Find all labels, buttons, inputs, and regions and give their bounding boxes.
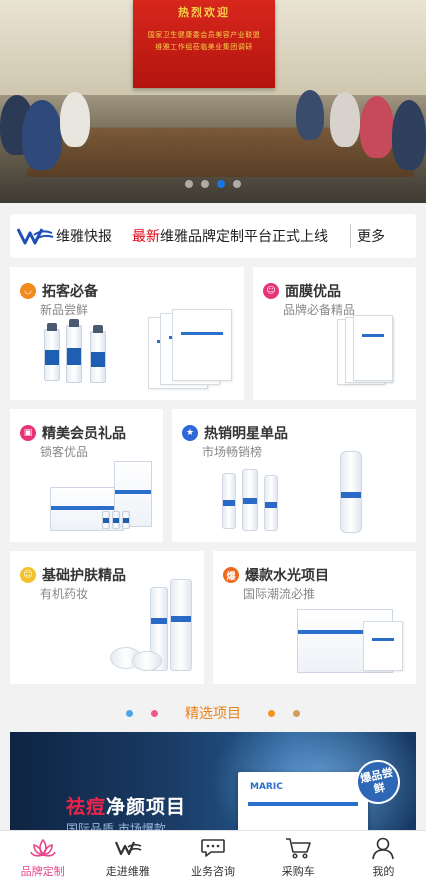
product-vial [122,511,130,529]
page: 热烈欢迎 国家卫生健康委会员美容产业联盟 维雅工作组莅临美业集团调研 维雅快报 … [0,0,426,880]
banner-person [296,90,324,140]
section-dot [126,709,133,717]
product-mask-pack [363,621,403,671]
product-mask-pack [353,315,393,381]
product-bottle [222,473,236,529]
promo-title: 祛痘净颜项目 [66,792,186,819]
category-card-gifts[interactable]: ▣ 精美会员礼品 锁客优品 [10,409,163,542]
chat-icon [201,839,225,857]
banner-pagination[interactable] [0,180,426,188]
product-vial [66,319,82,383]
product-bottle [242,469,258,531]
weiya-logo-icon [114,841,142,856]
card-subtitle: 锁客优品 [40,445,89,459]
banner-person [60,92,90,147]
banner-screen-line-3: 维雅工作组莅临美业集团调研 [155,43,253,51]
product-bottle [340,451,362,533]
news-headline[interactable]: 维雅品牌定制平台正式上线 [160,226,340,246]
card-title: 爆款水光项目 [245,568,329,584]
promo-product: MARIC [238,772,368,832]
banner-dot[interactable] [233,180,241,188]
section-header: 精选项目 [0,700,426,726]
category-card-hydration[interactable]: 爆 爆款水光项目 国际潮流必推 [213,551,416,684]
tab-label: 走进维雅 [105,865,150,878]
lotus-icon [29,838,56,857]
product-bottle [264,475,278,531]
card-title: 面膜优品 [285,284,341,300]
product-vial [90,325,106,383]
banner-dot-active[interactable] [217,180,225,188]
smile-icon: ◡ [20,283,36,299]
gift-icon: ▣ [20,425,36,441]
product-vial [102,511,110,529]
category-card-skincare[interactable]: ☺ 基础护肤精品 有机药妆 [10,551,204,684]
leaf-icon: ☺ [20,567,36,583]
product-bottle [170,579,192,671]
banner-dot[interactable] [185,180,193,188]
promo-product-brand: MARIC [250,782,283,792]
tab-label: 我的 [372,865,395,878]
banner-person [330,92,360,147]
card-subtitle: 品牌必备精品 [283,303,356,317]
weiya-logo-icon [16,228,54,245]
tab-profile[interactable]: 我的 [341,831,426,880]
product-vial [112,511,120,529]
card-subtitle: 有机药妆 [40,587,89,601]
news-more-link[interactable]: 更多 [357,226,385,246]
card-title: 基础护肤精品 [42,568,126,584]
news-divider [350,224,351,248]
card-subtitle: 国际潮流必推 [243,587,316,601]
featured-project-banner[interactable]: MARIC 爆品尝鲜 祛痘净颜项目 国际品质 市场爆款 [10,732,416,832]
fire-icon: 爆 [223,567,239,583]
card-title: 精美会员礼品 [42,426,126,442]
card-subtitle: 新品尝鲜 [40,303,89,317]
tab-brand-custom[interactable]: 品牌定制 [0,831,85,880]
news-ticker[interactable]: 维雅快报 最新 维雅品牌定制平台正式上线 更多 [10,214,416,258]
product-mask-pack [172,309,232,381]
banner-screen: 热烈欢迎 国家卫生健康委会员美容产业联盟 维雅工作组莅临美业集团调研 [133,0,275,88]
tab-cart[interactable]: 采购车 [256,831,341,880]
category-card-prospecting[interactable]: ◡ 拓客必备 新品尝鲜 [10,267,244,400]
tab-label: 采购车 [281,865,315,878]
promo-title-highlight: 祛痘 [66,796,107,818]
banner-person [392,100,426,170]
promo-title-rest: 净颜项目 [106,796,187,818]
card-subtitle: 市场畅销榜 [202,445,263,459]
cart-icon [286,838,312,859]
face-icon: ☺ [263,283,279,299]
banner-screen-title: 热烈欢迎 [178,6,230,19]
tab-label: 品牌定制 [20,865,65,878]
section-dot [293,709,300,717]
card-title: 拓客必备 [42,284,98,300]
tab-about-weiya[interactable]: 走进维雅 [85,831,170,880]
section-dot [151,709,158,717]
banner-screen-line-2: 国家卫生健康委会员美容产业联盟 [147,31,261,39]
product-jar [132,651,162,671]
banner-person [360,96,394,158]
user-icon [372,837,395,860]
category-card-bestsellers[interactable]: ★ 热销明星单品 市场畅销榜 [172,409,416,542]
product-vial [44,323,60,381]
banner-carousel[interactable]: 热烈欢迎 国家卫生健康委会员美容产业联盟 维雅工作组莅临美业集团调研 [0,0,426,203]
news-brand: 维雅快报 [56,229,112,245]
banner-dot[interactable] [201,180,209,188]
section-title: 精选项目 [185,706,241,722]
tab-label: 业务咨询 [191,865,235,878]
news-tag: 最新 [132,229,160,245]
section-dot [268,709,275,717]
card-title: 热销明星单品 [204,426,288,442]
category-card-masks[interactable]: ☺ 面膜优品 品牌必备精品 [253,267,416,400]
banner-person [22,100,62,170]
tab-consulting[interactable]: 业务咨询 [170,831,255,880]
star-icon: ★ [182,425,198,441]
bottom-tab-bar: 品牌定制 走进维雅 业务咨询 采购车 我的 [0,830,426,880]
